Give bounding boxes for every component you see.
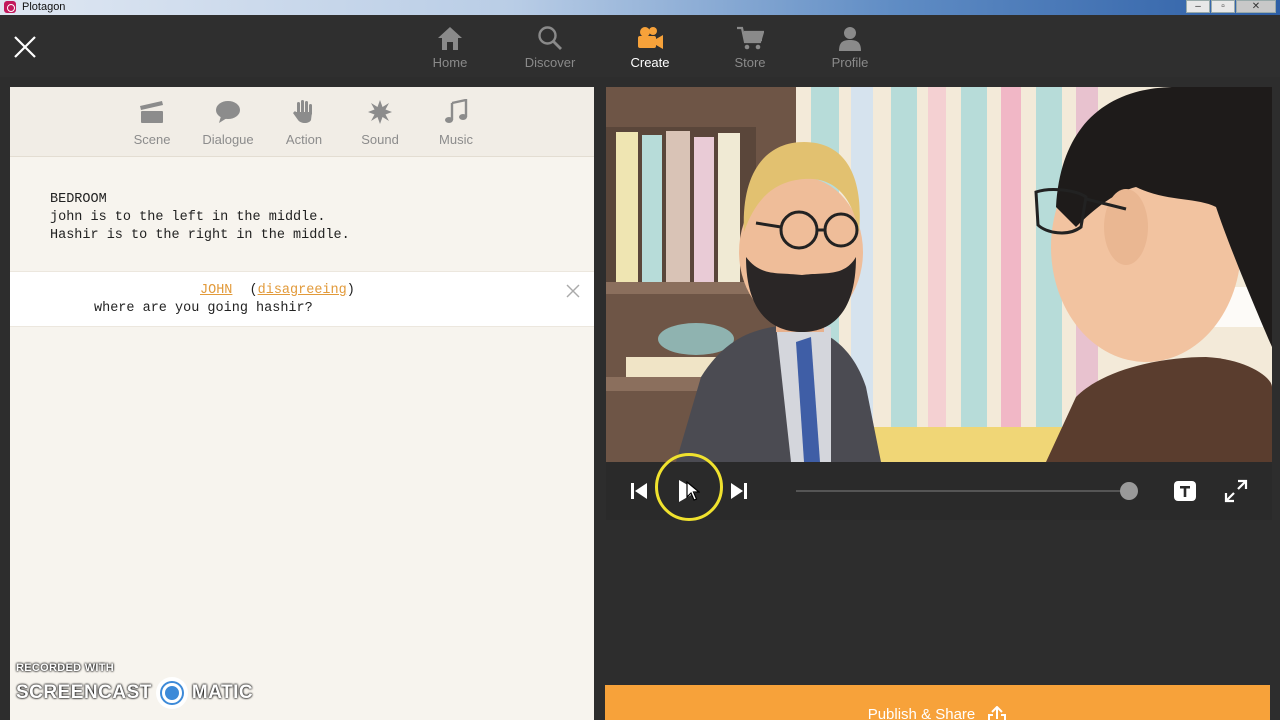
- fullscreen-icon[interactable]: [1224, 479, 1248, 503]
- screencast-watermark: RECORDED WITH SCREENCAST MATIC: [16, 662, 253, 709]
- watermark-brand: SCREENCAST MATIC: [16, 677, 253, 709]
- close-paren: ): [346, 283, 355, 298]
- nav-store-label: Store: [734, 55, 766, 70]
- cart-icon: [737, 26, 764, 50]
- tool-sound[interactable]: Sound: [342, 87, 418, 156]
- clapperboard-icon: [140, 101, 163, 123]
- scene-block[interactable]: BEDROOM john is to the left in the middl…: [50, 191, 350, 245]
- playback-progress-knob[interactable]: [1120, 482, 1138, 500]
- screencast-logo-icon: [155, 677, 188, 709]
- nav-store[interactable]: Store: [700, 23, 800, 70]
- tool-scene-label: Scene: [133, 132, 171, 147]
- dialogue-text[interactable]: where are you going hashir?: [94, 300, 313, 318]
- camera-icon: [638, 27, 663, 49]
- preview-scene-image: [606, 87, 1272, 462]
- mouse-pointer-icon: [686, 481, 700, 501]
- tool-action-label: Action: [285, 132, 323, 147]
- skip-back-icon[interactable]: [628, 480, 650, 502]
- close-editor-icon[interactable]: [12, 34, 38, 60]
- publish-share-button[interactable]: Publish & Share: [605, 685, 1270, 720]
- home-icon: [438, 27, 462, 50]
- hand-icon: [293, 100, 312, 123]
- subtitles-icon[interactable]: [1173, 480, 1197, 502]
- watermark-right-text: MATIC: [191, 682, 254, 703]
- nav-create-label: Create: [630, 55, 670, 70]
- window-close-button[interactable]: ✕: [1236, 0, 1276, 13]
- watermark-small-text: RECORDED WITH: [16, 662, 115, 674]
- remove-dialogue-icon[interactable]: [566, 284, 580, 298]
- nav-profile-label: Profile: [831, 55, 869, 70]
- watermark-left-text: SCREENCAST: [16, 682, 152, 703]
- tool-scene[interactable]: Scene: [114, 87, 190, 156]
- playback-progress-track[interactable]: [796, 490, 1136, 492]
- script-panel: Scene Dialogue Action Sound Music BEDROO…: [10, 87, 594, 720]
- burst-icon: [368, 100, 392, 124]
- share-icon: [988, 706, 1007, 720]
- scene-line-1: john is to the left in the middle.: [50, 210, 326, 225]
- dialogue-block[interactable]: JOHN (disagreeing) where are you going h…: [10, 271, 594, 327]
- speaker-name-link[interactable]: JOHN: [200, 283, 232, 298]
- nav-discover[interactable]: Discover: [500, 23, 600, 70]
- minimize-button[interactable]: –: [1186, 0, 1210, 13]
- open-paren: (: [249, 283, 258, 298]
- nav-create[interactable]: Create: [600, 23, 700, 70]
- window-titlebar: Plotagon – ▫ ✕: [0, 0, 1280, 15]
- tool-music[interactable]: Music: [418, 87, 494, 156]
- maximize-button[interactable]: ▫: [1211, 0, 1235, 13]
- mood-link[interactable]: disagreeing: [258, 283, 347, 298]
- music-note-icon: [445, 99, 468, 123]
- script-toolbar: Scene Dialogue Action Sound Music: [10, 87, 594, 157]
- nav-home[interactable]: Home: [400, 23, 500, 70]
- tool-action[interactable]: Action: [266, 87, 342, 156]
- top-navigation-bar: Home Discover Create Store Profile: [0, 15, 1280, 77]
- scene-location: BEDROOM: [50, 192, 107, 207]
- nav-home-label: Home: [432, 55, 468, 70]
- plotagon-logo-icon: [4, 1, 16, 13]
- tool-sound-label: Sound: [361, 132, 399, 147]
- window-controls: – ▫ ✕: [1185, 0, 1276, 13]
- video-preview[interactable]: [606, 87, 1272, 462]
- scene-line-2: Hashir is to the right in the middle.: [50, 228, 350, 243]
- window-title: Plotagon: [22, 1, 66, 13]
- speech-bubble-icon: [216, 101, 240, 123]
- skip-forward-icon[interactable]: [728, 480, 750, 502]
- publish-share-label: Publish & Share: [867, 706, 976, 720]
- tool-music-label: Music: [439, 132, 473, 147]
- main-nav: Home Discover Create Store Profile: [400, 23, 900, 70]
- person-icon: [839, 27, 861, 51]
- tool-dialogue[interactable]: Dialogue: [190, 87, 266, 156]
- dialogue-speaker-line: JOHN (disagreeing): [200, 282, 355, 300]
- tool-dialogue-label: Dialogue: [202, 132, 254, 147]
- search-icon: [538, 26, 562, 50]
- nav-profile[interactable]: Profile: [800, 23, 900, 70]
- nav-discover-label: Discover: [524, 55, 576, 70]
